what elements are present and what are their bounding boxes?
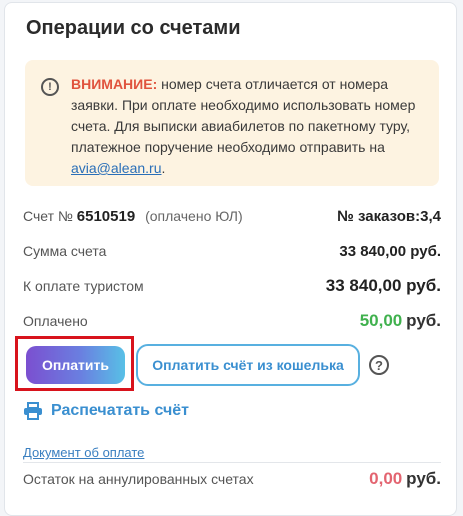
paid-currency: руб. [406,311,441,330]
orders-value: № заказов:3,4 [337,208,441,225]
paid-amount: 50,00 [359,311,403,330]
paid-label: Оплачено [23,313,88,329]
canceled-currency: руб. [406,469,441,488]
card-title: Операции со счетами [26,17,241,39]
sum-value: 33 840,00 руб. [339,243,441,260]
pay-button[interactable]: Оплатить [26,346,125,384]
warning-end: . [161,160,166,176]
canceled-value: 0,00 руб. [369,469,441,489]
canceled-row: Остаток на аннулированных счетах 0,00 ру… [23,469,441,489]
printer-icon [24,402,42,420]
warning-label: ВНИМАНИЕ: [71,76,158,92]
print-invoice-link[interactable]: Распечатать счёт [23,402,189,420]
pay-from-wallet-button[interactable]: Оплатить счёт из кошелька [136,344,360,386]
paid-row: Оплачено 50,00 руб. [23,311,441,331]
account-info: Счет № 6510519 (оплачено ЮЛ) [23,208,243,225]
email-link[interactable]: avia@alean.ru [71,160,162,176]
account-row: Счет № 6510519 (оплачено ЮЛ) № заказов:3… [23,208,441,225]
print-invoice-label: Распечатать счёт [51,402,189,419]
divider [23,462,441,463]
paid-value: 50,00 руб. [360,311,441,331]
account-label: Счет № [23,208,73,224]
payment-document-link[interactable]: Документ об оплате [23,445,144,460]
exclamation-icon: ! [41,78,59,96]
tourist-label: К оплате туристом [23,278,144,294]
tourist-value: 33 840,00 руб. [325,276,441,295]
paid-note: (оплачено ЮЛ) [145,208,243,224]
warning-notice: ! ВНИМАНИЕ: номер счета отличается от но… [25,60,439,186]
account-number: 6510519 [76,208,136,225]
help-icon[interactable]: ? [369,355,389,375]
tourist-row: К оплате туристом 33 840,00 руб. [23,276,441,296]
sum-label: Сумма счета [23,243,107,259]
canceled-label: Остаток на аннулированных счетах [23,471,254,487]
sum-row: Сумма счета 33 840,00 руб. [23,243,441,260]
canceled-amount: 0,00 [369,469,403,488]
